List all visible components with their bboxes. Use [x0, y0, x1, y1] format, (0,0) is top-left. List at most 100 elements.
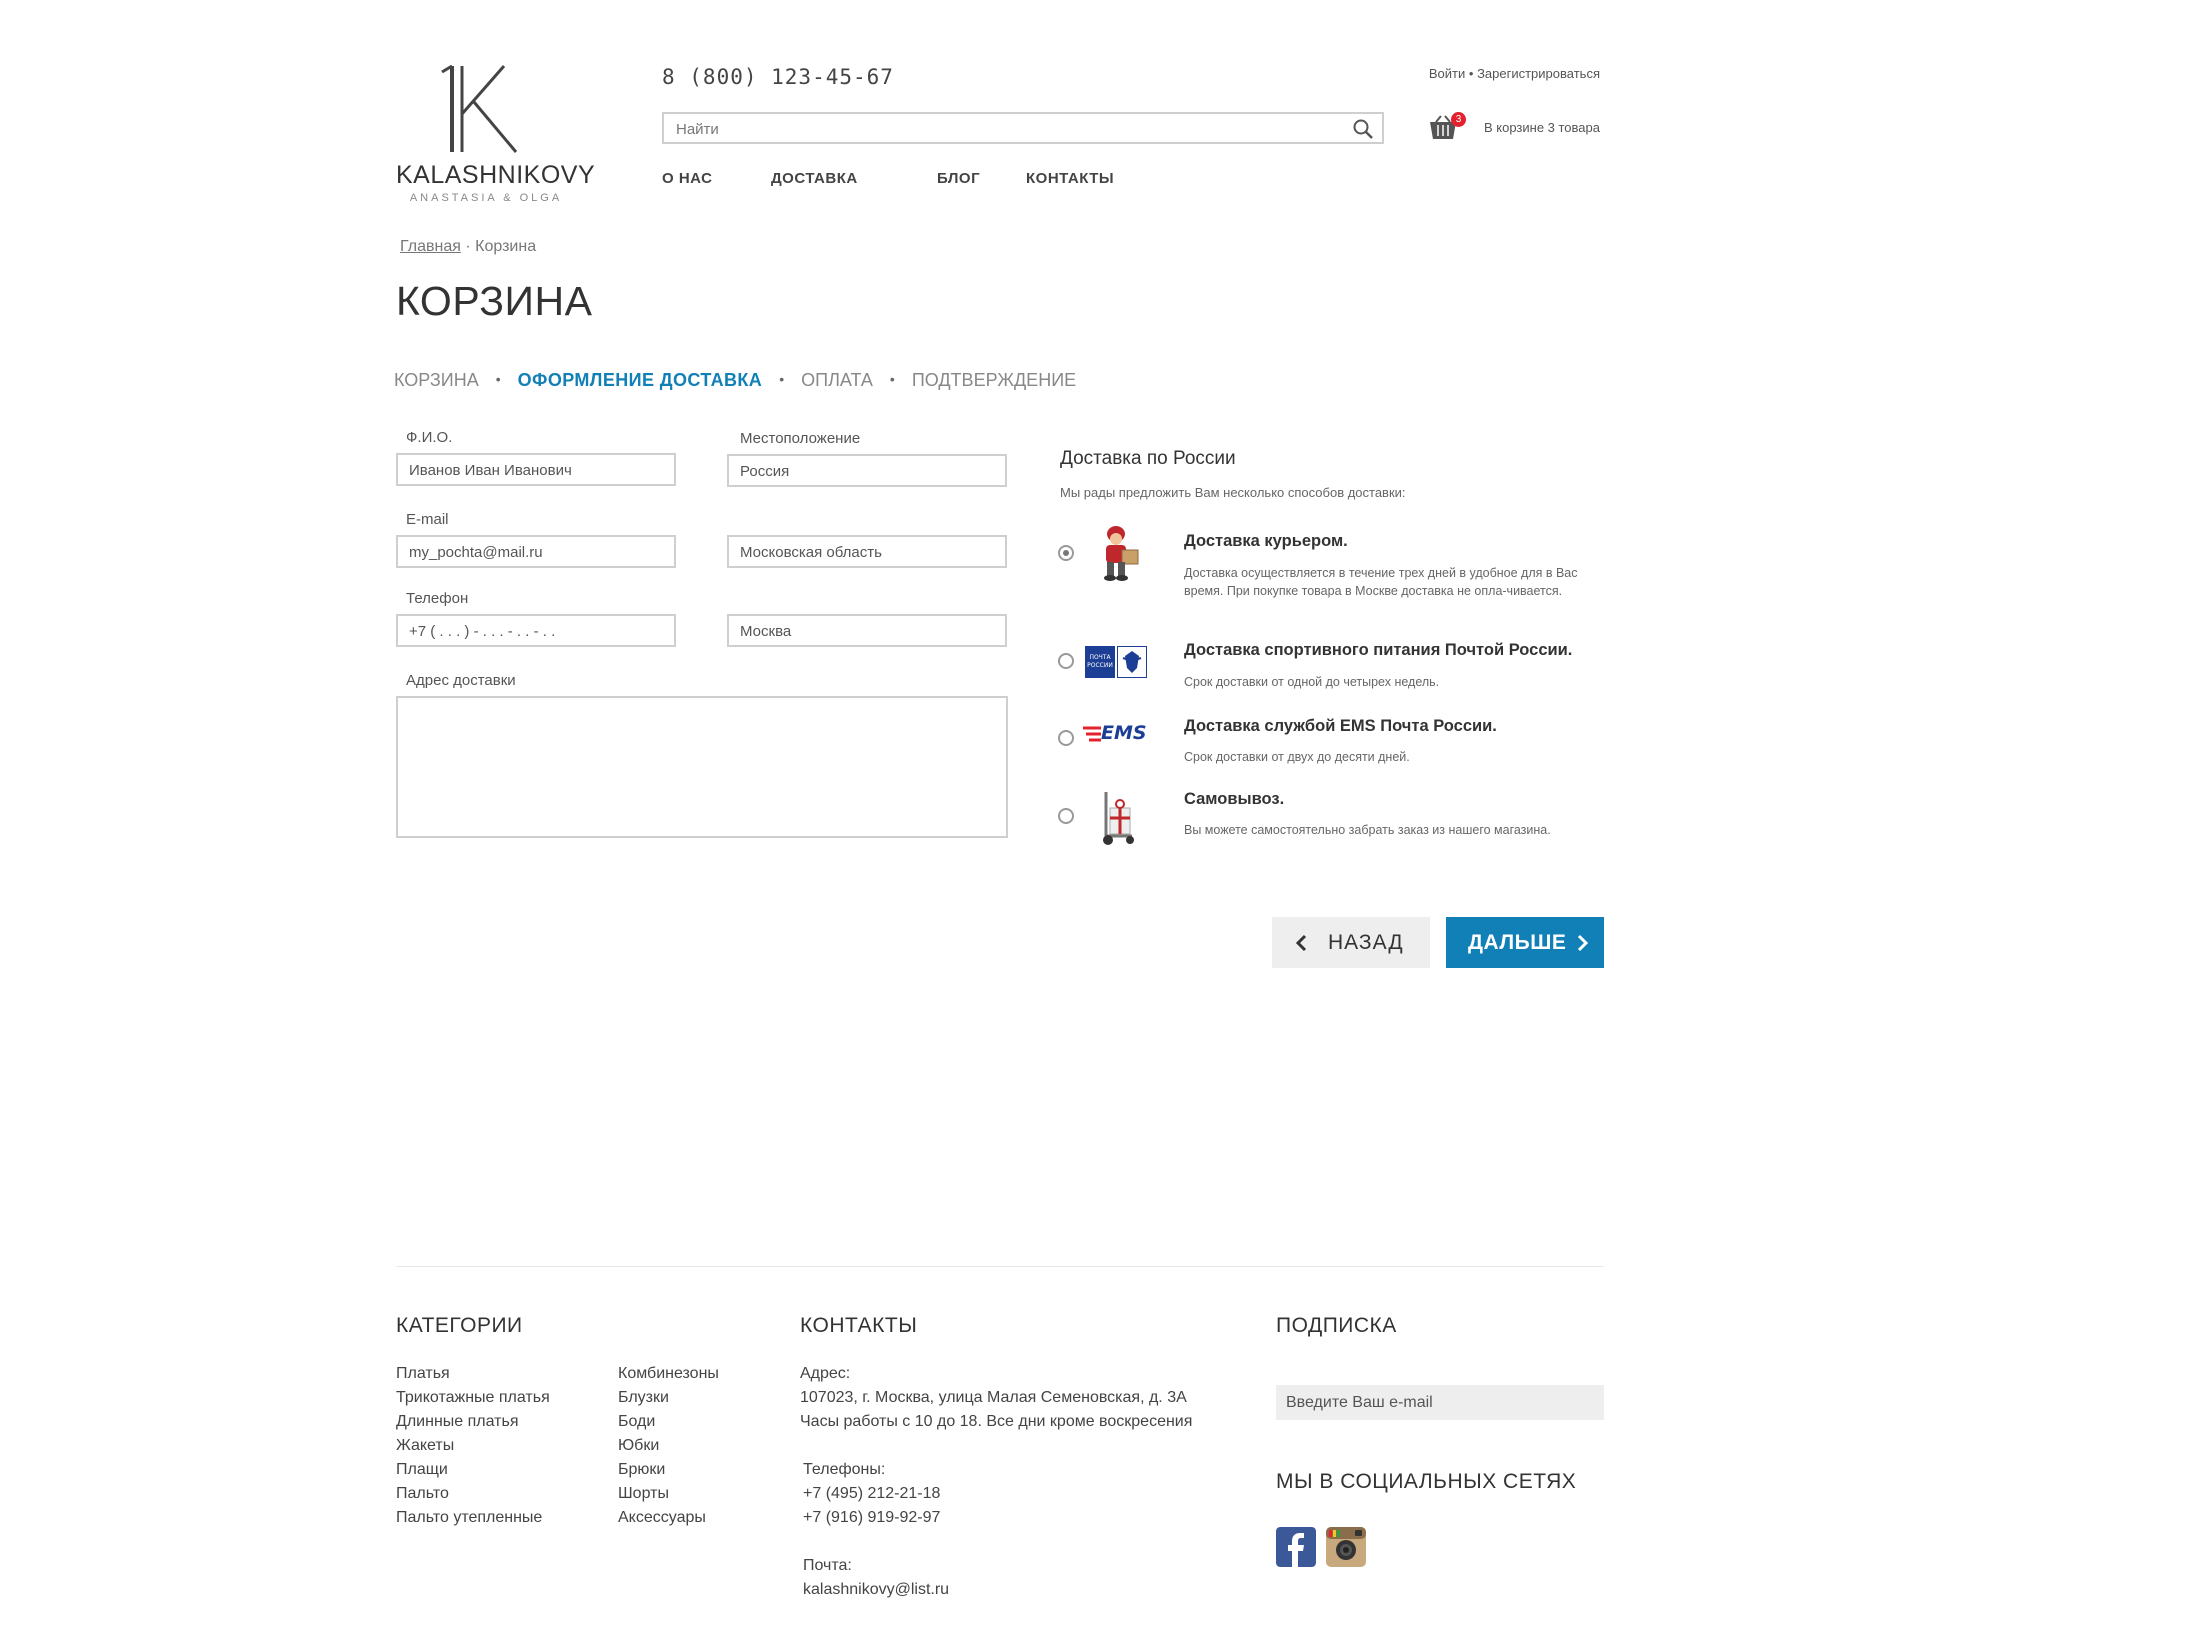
radio-ems[interactable] [1058, 730, 1074, 746]
step-dot: • [495, 371, 501, 387]
register-link[interactable]: Зарегистрироваться [1477, 66, 1600, 81]
next-button-label: ДАЛЬШЕ [1468, 931, 1567, 954]
back-button[interactable]: НАЗАД [1272, 917, 1430, 968]
phone-input[interactable] [407, 622, 666, 641]
search-box[interactable] [662, 112, 1384, 144]
step-payment[interactable]: ОПЛАТА [801, 370, 873, 390]
russian-post-icon: ПОЧТА РОССИИ [1085, 646, 1147, 678]
subscribe-field[interactable] [1276, 1385, 1604, 1420]
category-link[interactable]: Жакеты [396, 1434, 550, 1458]
delivery-intro: Мы рады предложить Вам несколько способо… [1060, 485, 1406, 500]
category-link[interactable]: Платья [396, 1362, 550, 1386]
step-confirmation[interactable]: ПОДТВЕРЖДЕНИЕ [912, 370, 1076, 390]
address-field[interactable] [396, 696, 1008, 838]
country-input[interactable] [738, 462, 997, 481]
search-icon[interactable] [1352, 118, 1374, 140]
radio-pickup[interactable] [1058, 808, 1074, 824]
nav-blog[interactable]: БЛОГ [937, 170, 980, 187]
step-shipping[interactable]: ОФОРМЛЕНИЕ ДОСТАВКА [518, 370, 763, 390]
address-textarea[interactable] [407, 704, 1001, 828]
category-link[interactable]: Длинные платья [396, 1410, 550, 1434]
fio-label: Ф.И.О. [406, 429, 453, 446]
category-link[interactable]: Юбки [618, 1434, 719, 1458]
contacts-heading: КОНТАКТЫ [800, 1314, 918, 1337]
category-link[interactable]: Боди [618, 1410, 719, 1434]
social-heading: МЫ В СОЦИАЛЬНЫХ СЕТЯХ [1276, 1470, 1577, 1493]
country-field[interactable] [727, 454, 1007, 487]
address-label: Адрес: [800, 1365, 851, 1382]
step-cart[interactable]: КОРЗИНА [394, 370, 479, 390]
region-field[interactable] [727, 535, 1007, 568]
delivery-option-desc: Срок доставки от двух до десяти дней. [1184, 750, 1410, 764]
facebook-icon[interactable] [1276, 1527, 1316, 1567]
login-link[interactable]: Войти [1429, 66, 1465, 81]
phone-label: Телефон [406, 590, 469, 607]
breadcrumb-home[interactable]: Главная [400, 238, 461, 255]
back-button-label: НАЗАД [1328, 931, 1404, 954]
delivery-option-title[interactable]: Доставка службой EMS Почта России. [1184, 717, 1497, 736]
category-link[interactable]: Блузки [618, 1386, 719, 1410]
logo-subtitle: ANASTASIA & OLGA [409, 192, 563, 204]
nav-about[interactable]: О НАС [662, 170, 712, 187]
russian-post-emblem [1117, 646, 1147, 678]
email-label: E-mail [406, 511, 449, 528]
nav-contacts[interactable]: КОНТАКТЫ [1026, 170, 1114, 187]
fio-input[interactable] [407, 461, 666, 480]
phone-field[interactable] [396, 614, 676, 647]
categories-heading: КАТЕГОРИИ [396, 1314, 523, 1337]
cart-summary[interactable]: В корзине 3 товара [1480, 120, 1600, 135]
radio-courier[interactable] [1058, 545, 1074, 561]
next-button[interactable]: ДАЛЬШЕ [1446, 917, 1604, 968]
delivery-title: Доставка по России [1060, 448, 1236, 469]
contact-email[interactable]: kalashnikovy@list.ru [800, 1578, 1192, 1602]
subscribe-email-input[interactable] [1284, 1393, 1588, 1413]
checkout-steps: КОРЗИНА • ОФОРМЛЕНИЕ ДОСТАВКА • ОПЛАТА •… [394, 370, 1076, 391]
delivery-option-title[interactable]: Доставка курьером. [1184, 532, 1348, 551]
email-field[interactable] [396, 535, 676, 568]
nav-delivery[interactable]: ДОСТАВКА [771, 170, 858, 187]
hand-truck-icon [1103, 792, 1134, 845]
mail-label: Почта: [803, 1557, 852, 1574]
breadcrumb-separator: · [465, 238, 471, 255]
category-link[interactable]: Комбинезоны [618, 1362, 719, 1386]
category-link[interactable]: Плащи [396, 1458, 550, 1482]
delivery-option-title[interactable]: Доставка спортивного питания Почтой Росс… [1184, 641, 1572, 660]
ems-label: EMS [1101, 722, 1147, 744]
category-link[interactable]: Брюки [618, 1458, 719, 1482]
breadcrumb-current: Корзина [475, 238, 537, 255]
contact-phone[interactable]: +7 (916) 919-92-97 [800, 1506, 1192, 1530]
contact-phone[interactable]: +7 (495) 212-21-18 [800, 1482, 1192, 1506]
search-input[interactable] [674, 118, 1318, 140]
category-link[interactable]: Аксессуары [618, 1506, 719, 1530]
contacts-block: Адрес: 107023, г. Москва, улица Малая Се… [800, 1362, 1192, 1602]
step-dot: • [889, 371, 895, 387]
category-link[interactable]: Пальто [396, 1482, 550, 1506]
header-phone: 8 (800) 123-45-67 [662, 65, 894, 89]
city-field[interactable] [727, 614, 1007, 647]
delivery-option-desc: Доставка осуществляется в течение трех д… [1184, 566, 1578, 598]
ems-stripes [1083, 726, 1101, 742]
ems-icon: EMS [1083, 722, 1149, 746]
russian-post-label: ПОЧТА РОССИИ [1085, 646, 1115, 678]
region-input[interactable] [738, 543, 997, 562]
cart-count-badge: 3 [1451, 112, 1466, 127]
breadcrumb: Главная · Корзина [400, 238, 536, 256]
radio-russian-post[interactable] [1058, 653, 1074, 669]
address-label: Адрес доставки [406, 672, 516, 689]
category-link[interactable]: Трикотажные платья [396, 1386, 550, 1410]
chevron-right-icon [1577, 934, 1589, 952]
auth-separator: • [1468, 66, 1474, 81]
page-title: КОРЗИНА [396, 278, 593, 324]
logo-k-mark[interactable] [440, 62, 536, 158]
email-input[interactable] [407, 543, 666, 562]
category-link[interactable]: Пальто утепленные [396, 1506, 550, 1530]
logo-text[interactable]: KALASHNIKOVY [396, 161, 595, 190]
city-input[interactable] [738, 622, 997, 641]
category-link[interactable]: Шорты [618, 1482, 719, 1506]
courier-icon [1104, 526, 1139, 581]
delivery-option-desc: Вы можете самостоятельно забрать заказ и… [1184, 823, 1551, 837]
chevron-left-icon [1295, 934, 1307, 952]
instagram-icon[interactable] [1326, 1527, 1366, 1567]
fio-field[interactable] [396, 453, 676, 486]
delivery-option-title[interactable]: Самовывоз. [1184, 790, 1284, 809]
